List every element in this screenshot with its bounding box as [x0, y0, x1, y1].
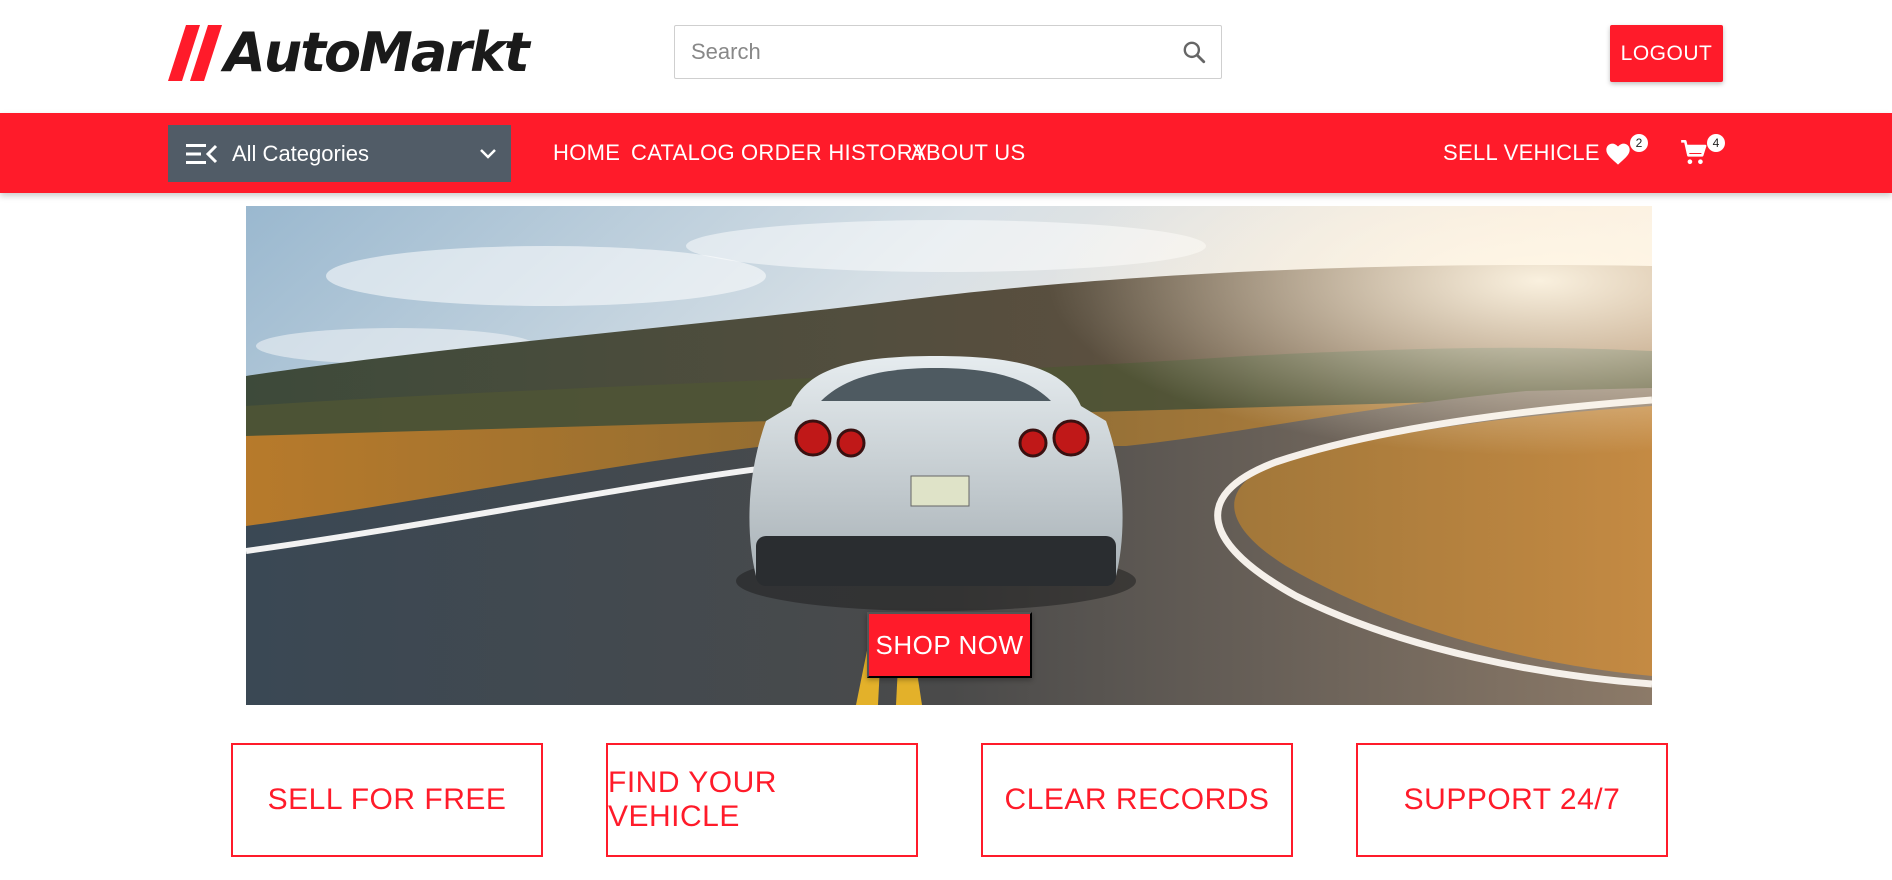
nav-order-history[interactable]: ORDER HISTORY: [741, 113, 927, 193]
chevron-down-icon: [479, 148, 501, 160]
logout-button[interactable]: LOGOUT: [1610, 25, 1723, 82]
search-icon[interactable]: [1167, 26, 1221, 78]
feature-sell-for-free[interactable]: SELL FOR FREE: [231, 743, 543, 857]
main-navbar: All Categories HOME CATALOG ORDER HISTOR…: [0, 113, 1892, 193]
search-input[interactable]: [675, 26, 1167, 78]
heart-icon: [1606, 143, 1630, 165]
categories-label: All Categories: [232, 140, 369, 166]
wishlist-count-badge: 2: [1630, 134, 1648, 152]
brand-name: AutoMarkt: [224, 20, 530, 84]
shop-now-button[interactable]: SHOP NOW: [867, 612, 1032, 678]
all-categories-dropdown[interactable]: All Categories: [168, 125, 511, 182]
nav-home[interactable]: HOME: [553, 113, 620, 193]
nav-about-us[interactable]: ABOUT US: [911, 113, 1025, 193]
cart-icon: [1681, 140, 1707, 165]
wishlist-button[interactable]: 2: [1604, 113, 1652, 193]
cart-count-badge: 4: [1707, 134, 1725, 152]
search-bar: [674, 25, 1222, 79]
feature-clear-records[interactable]: CLEAR RECORDS: [981, 743, 1293, 857]
feature-support-24-7[interactable]: SUPPORT 24/7: [1356, 743, 1668, 857]
site-header: AutoMarkt LOGOUT: [0, 0, 1892, 113]
logo-slashes-icon: [168, 24, 222, 81]
menu-collapse-icon: [186, 143, 218, 164]
nav-catalog[interactable]: CATALOG: [631, 113, 735, 193]
brand-logo[interactable]: AutoMarkt: [168, 20, 530, 85]
feature-find-your-vehicle[interactable]: FIND YOUR VEHICLE: [606, 743, 918, 857]
cart-button[interactable]: 4: [1680, 113, 1728, 193]
nav-sell-vehicle[interactable]: SELL VEHICLE: [1443, 113, 1600, 193]
hero-banner: SHOP NOW: [246, 206, 1652, 705]
